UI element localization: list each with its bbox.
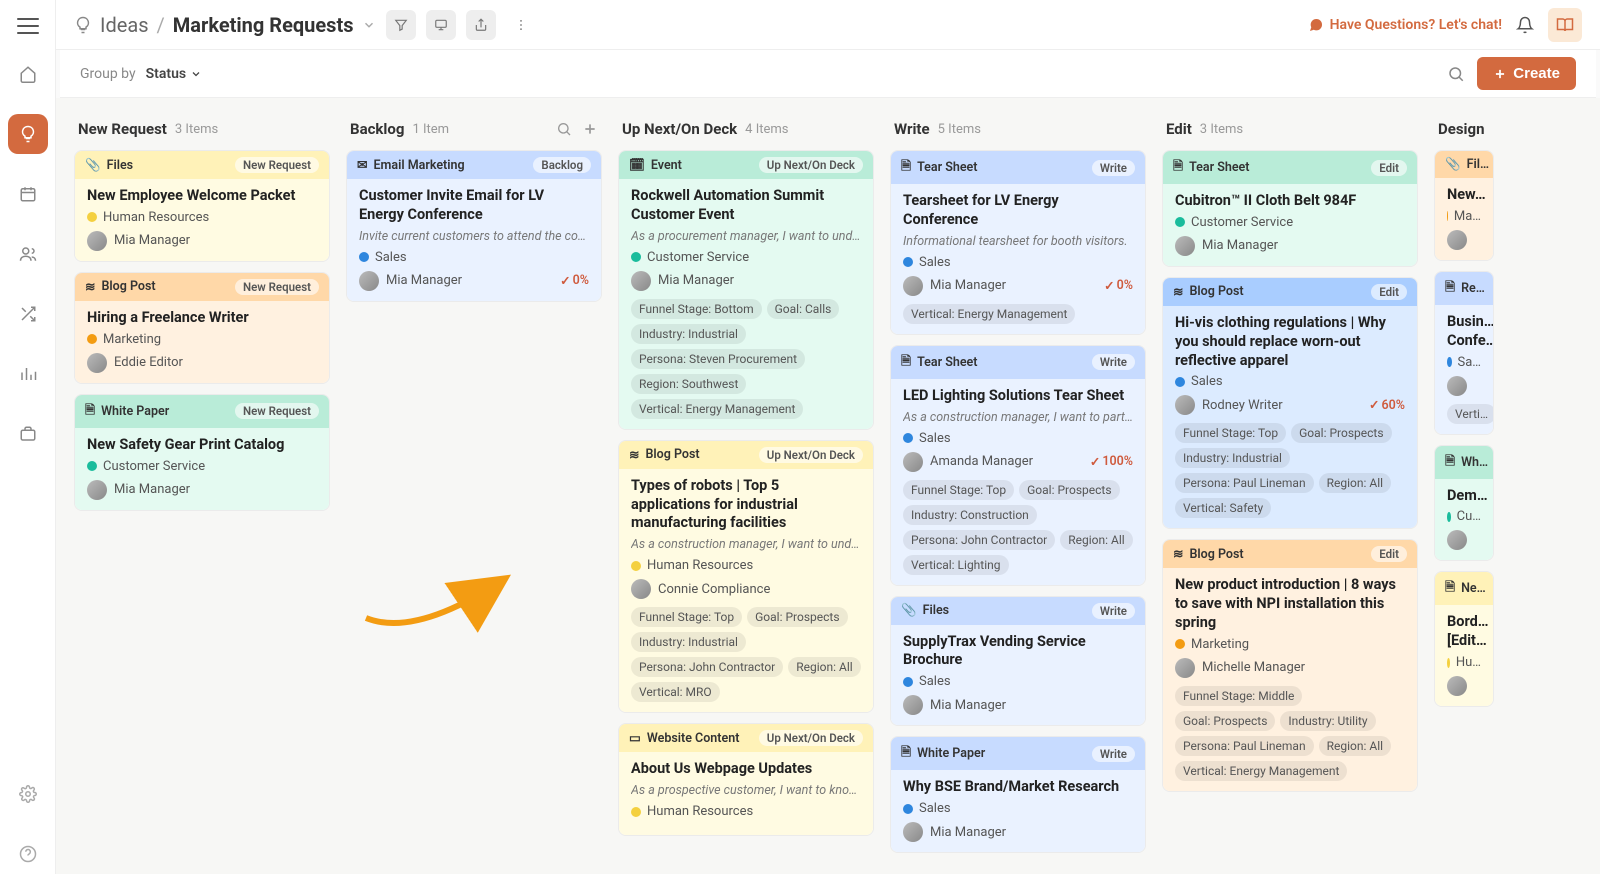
column-write: Write5 Items 🗎Tear SheetWrite Tearsheet … — [890, 116, 1146, 874]
tag: Funnel Stage: Top — [1175, 423, 1286, 443]
groupby-label: Group by — [80, 66, 136, 82]
settings-icon[interactable] — [8, 774, 48, 814]
card[interactable]: 🗎Re…Busin… Confe…Sa…Verti… — [1434, 271, 1494, 435]
filter-button[interactable] — [386, 10, 416, 40]
tag: Vertical: MRO — [631, 682, 720, 702]
card[interactable]: 📎Fil…New…Ma… — [1434, 150, 1494, 261]
docs-button[interactable] — [1548, 8, 1582, 42]
avatar — [87, 231, 107, 251]
chat-link[interactable]: Have Questions? Let's chat! — [1308, 17, 1502, 33]
tag: Region: All — [1060, 530, 1132, 550]
tag: Goal: Prospects — [1291, 423, 1391, 443]
nav-shuffle[interactable] — [8, 294, 48, 334]
mail-icon: ✉ — [357, 157, 367, 173]
tag: Industry: Industrial — [631, 632, 746, 652]
groupby-select[interactable]: Status — [146, 66, 202, 82]
nav-ideas[interactable] — [8, 114, 48, 154]
card[interactable]: ✉Email MarketingBacklog Customer Invite … — [346, 150, 602, 302]
tag: Vertical: Energy Management — [903, 304, 1075, 324]
tag: Vertical: Lighting — [903, 555, 1009, 575]
card[interactable]: 🗎Tear SheetEdit Cubitron™ II Cloth Belt … — [1162, 150, 1418, 267]
card[interactable]: 📎FilesNew Request New Employee Welcome P… — [74, 150, 330, 262]
calendar-icon: 🗓 — [629, 158, 645, 173]
share-button[interactable] — [466, 10, 496, 40]
nav-team[interactable] — [8, 234, 48, 274]
rss-icon: ≋ — [85, 279, 95, 295]
card[interactable]: ▭Website ContentUp Next/On Deck About Us… — [618, 723, 874, 836]
menu-toggle[interactable] — [17, 18, 39, 34]
card[interactable]: ≋Blog PostEdit Hi-vis clothing regulatio… — [1162, 277, 1418, 530]
tag: Goal: Prospects — [1019, 480, 1119, 500]
tag: Verti… — [1447, 404, 1494, 424]
search-icon[interactable] — [1447, 65, 1465, 83]
tag: Region: All — [788, 657, 860, 677]
tag: Goal: Calls — [767, 299, 840, 319]
breadcrumb-current[interactable]: Marketing Requests — [173, 13, 354, 37]
tag: Persona: Paul Lineman — [1175, 736, 1314, 756]
create-button[interactable]: Create — [1477, 57, 1576, 90]
nav-briefcase[interactable] — [8, 414, 48, 454]
card[interactable]: 🗎Tear SheetWrite LED Lighting Solutions … — [890, 345, 1146, 586]
topbar: Ideas / Marketing Requests Have Question… — [56, 0, 1600, 50]
tag: Funnel Stage: Top — [903, 480, 1014, 500]
more-button[interactable] — [506, 10, 536, 40]
tag: Persona: John Contractor — [903, 530, 1055, 550]
column-backlog: Backlog1 Item ✉Email MarketingBacklog Cu… — [346, 116, 602, 874]
column-design: Design 📎Fil…New…Ma… 🗎Re…Busin… Confe…Sa…… — [1434, 116, 1494, 874]
card[interactable]: 📎FilesWrite SupplyTrax Vending Service B… — [890, 596, 1146, 727]
search-icon[interactable] — [556, 121, 572, 137]
tag: Vertical: Safety — [1175, 498, 1271, 518]
column-new-request: New Request3 Items 📎FilesNew Request New… — [74, 116, 330, 874]
card[interactable]: 🗎Tear SheetWrite Tearsheet for LV Energy… — [890, 150, 1146, 335]
tag: Region: Southwest — [631, 374, 746, 394]
tag: Persona: Steven Procurement — [631, 349, 805, 369]
tag-list: Funnel Stage: BottomGoal: Calls Industry:… — [631, 299, 861, 419]
progress-badge: ✓0% — [560, 273, 589, 289]
column-edit: Edit3 Items 🗎Tear SheetEdit Cubitron™ II… — [1162, 116, 1418, 874]
card[interactable]: 🗎White PaperWrite Why BSE Brand/Market R… — [890, 736, 1146, 853]
tag: Funnel Stage: Middle — [1175, 686, 1302, 706]
card[interactable]: ≋Blog PostUp Next/On Deck Types of robot… — [618, 440, 874, 714]
nav-analytics[interactable] — [8, 354, 48, 394]
nav-calendar[interactable] — [8, 174, 48, 214]
left-sidebar — [0, 0, 56, 874]
card[interactable]: 🗎Wh…Dem…Cu… — [1434, 445, 1494, 562]
card[interactable]: 🗎White PaperNew Request New Safety Gear … — [74, 394, 330, 511]
lightbulb-icon — [74, 16, 92, 34]
card[interactable]: ≋Blog PostEdit New product introduction … — [1162, 539, 1418, 792]
tag: Persona: Paul Lineman — [1175, 473, 1314, 493]
tag: Industry: Utility — [1280, 711, 1375, 731]
tag: Industry: Industrial — [1175, 448, 1290, 468]
toolbar: Group by Status Create — [60, 50, 1596, 98]
display-button[interactable] — [426, 10, 456, 40]
plus-icon[interactable] — [582, 121, 598, 137]
chat-icon — [1308, 17, 1324, 33]
card[interactable]: ≋Blog PostNew Request Hiring a Freelance… — [74, 272, 330, 384]
tag: Industry: Industrial — [631, 324, 746, 344]
bell-icon[interactable] — [1516, 16, 1534, 34]
chevron-down-icon[interactable] — [362, 18, 376, 32]
tag: Region: All — [1319, 736, 1391, 756]
breadcrumb-root[interactable]: Ideas — [100, 13, 149, 37]
kanban-board[interactable]: New Request3 Items 📎FilesNew Request New… — [56, 98, 1600, 874]
help-icon[interactable] — [8, 834, 48, 874]
column-up-next: Up Next/On Deck4 Items 🗓EventUp Next/On … — [618, 116, 874, 874]
tag: Goal: Prospects — [1175, 711, 1275, 731]
tag: Funnel Stage: Top — [631, 607, 742, 627]
nav-home[interactable] — [8, 54, 48, 94]
card[interactable]: 🗓EventUp Next/On Deck Rockwell Automatio… — [618, 150, 874, 430]
attachment-icon: 📎 — [85, 158, 101, 173]
tag: Goal: Prospects — [747, 607, 847, 627]
tag: Region: All — [1319, 473, 1391, 493]
card[interactable]: 🗎Ne…Bord… [Edit…Hu… — [1434, 571, 1494, 707]
tag: Vertical: Energy Management — [631, 399, 803, 419]
tag: Persona: John Contractor — [631, 657, 783, 677]
tag: Vertical: Energy Management — [1175, 761, 1347, 781]
document-icon: 🗎 — [85, 401, 95, 422]
tag: Funnel Stage: Bottom — [631, 299, 762, 319]
tag: Industry: Construction — [903, 505, 1037, 525]
breadcrumb[interactable]: Ideas / Marketing Requests — [74, 13, 376, 37]
